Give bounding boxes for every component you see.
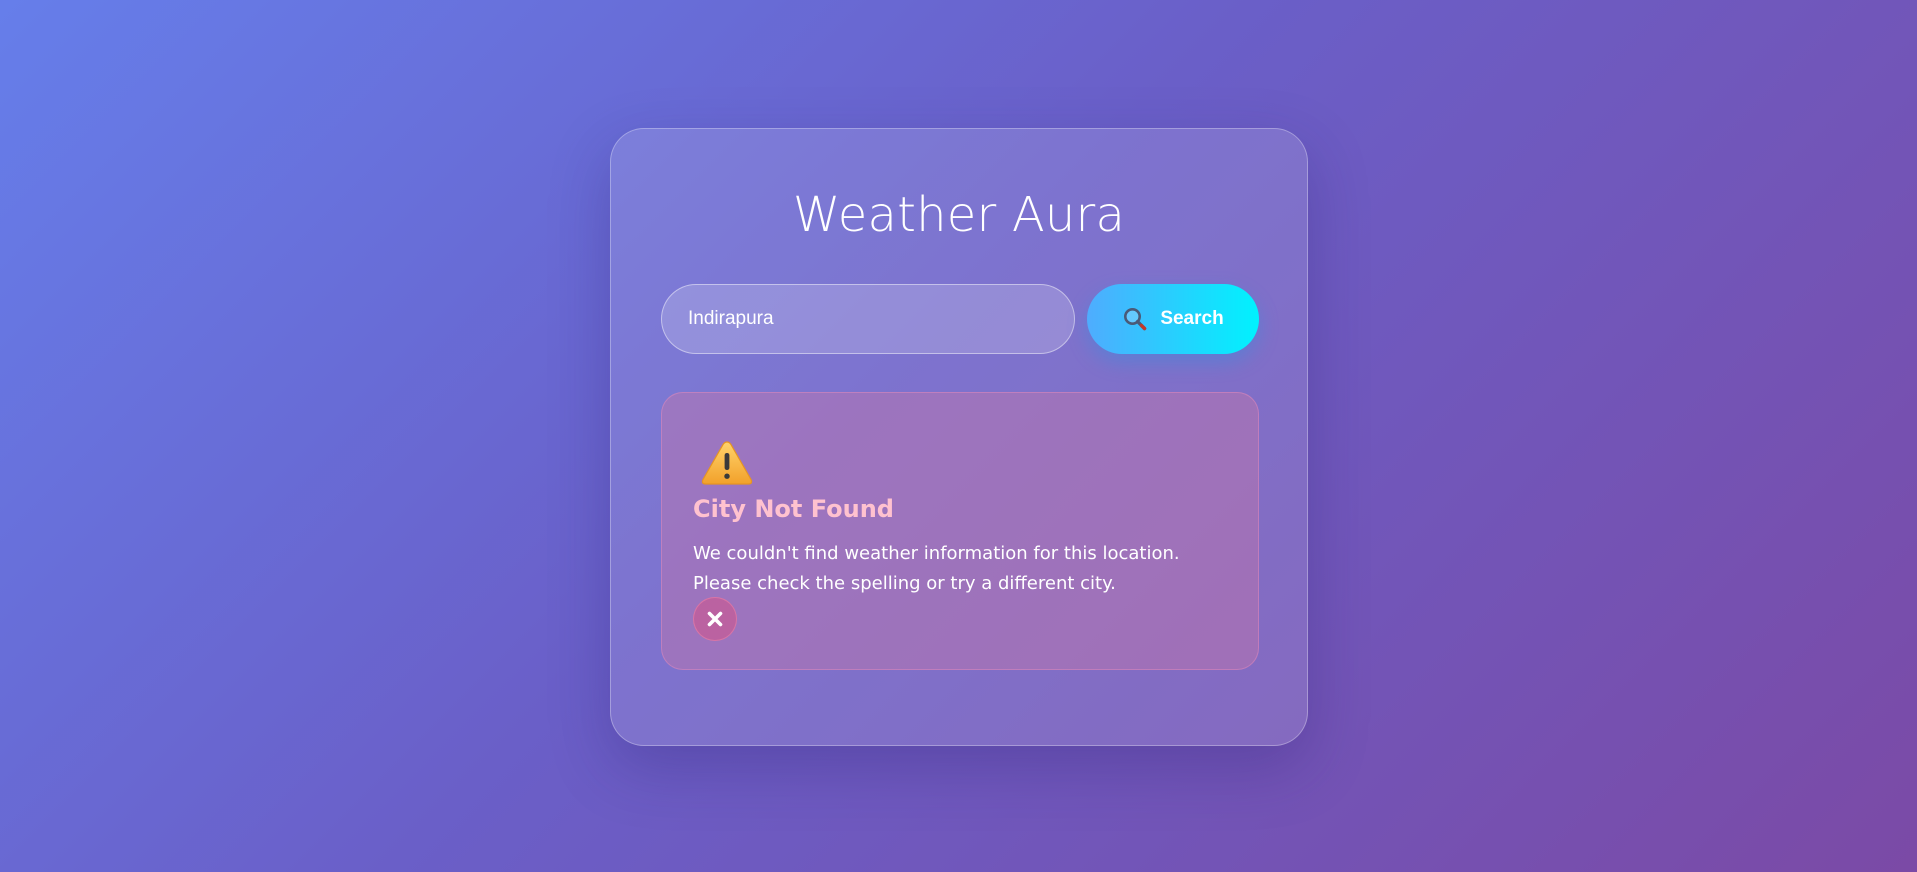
- error-title: City Not Found: [693, 495, 894, 523]
- app-title: Weather Aura: [792, 187, 1126, 243]
- search-button[interactable]: Search: [1087, 284, 1259, 354]
- search-button-label: Search: [1160, 308, 1224, 329]
- error-description: We couldn't find weather information for…: [693, 543, 1180, 594]
- city-search-input[interactable]: [661, 284, 1075, 354]
- weather-card: Weather Aura Search: [610, 128, 1308, 746]
- dismiss-error-button[interactable]: [693, 597, 737, 641]
- error-message-box: City Not Found We couldn't find weather …: [661, 392, 1259, 670]
- search-icon: [1122, 306, 1148, 332]
- warning-icon: [700, 439, 754, 487]
- close-icon: [706, 610, 724, 628]
